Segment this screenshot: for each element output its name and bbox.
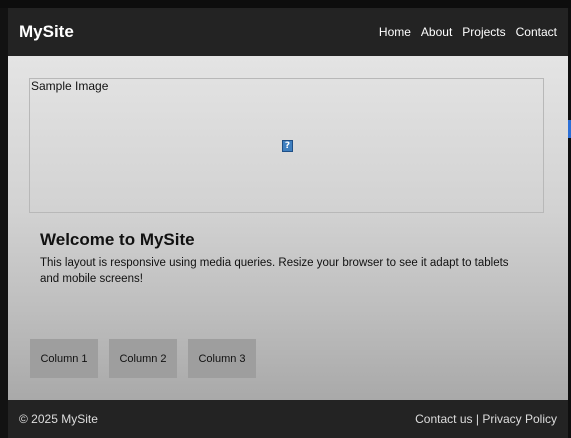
privacy-policy-link[interactable]: Privacy Policy — [482, 412, 557, 426]
nav-projects-link[interactable]: Projects — [462, 25, 505, 39]
site-header: MySite Home About Projects Contact — [8, 8, 568, 56]
main-nav: Home About Projects Contact — [379, 25, 557, 39]
main-content: Sample Image ? Welcome to MySite This la… — [8, 56, 568, 400]
site-footer: © 2025 MySite Contact us | Privacy Polic… — [8, 400, 568, 438]
broken-image-icon: ? — [282, 140, 293, 152]
welcome-text: This layout is responsive using media qu… — [40, 257, 509, 285]
welcome-section: Welcome to MySite This layout is respons… — [40, 230, 520, 287]
column-box-1: Column 1 — [30, 339, 98, 378]
nav-about-link[interactable]: About — [421, 25, 452, 39]
column-box-2: Column 2 — [109, 339, 177, 378]
browser-frame: MySite Home About Projects Contact Sampl… — [0, 0, 571, 438]
site-logo[interactable]: MySite — [19, 22, 74, 42]
footer-separator: | — [472, 412, 483, 426]
copyright-text: © 2025 MySite — [19, 412, 98, 426]
footer-links: Contact us | Privacy Policy — [415, 412, 557, 426]
nav-contact-link[interactable]: Contact — [516, 25, 557, 39]
page-viewport: MySite Home About Projects Contact Sampl… — [8, 8, 568, 438]
contact-us-link[interactable]: Contact us — [415, 412, 472, 426]
hero-image-alt-text: Sample Image — [31, 79, 109, 93]
window-top-strip — [0, 0, 571, 8]
column-box-3: Column 3 — [188, 339, 256, 378]
nav-home-link[interactable]: Home — [379, 25, 411, 39]
hero-image: Sample Image ? — [29, 78, 544, 213]
welcome-title: Welcome to MySite — [40, 230, 195, 249]
columns-row: Column 1 Column 2 Column 3 — [30, 339, 256, 378]
